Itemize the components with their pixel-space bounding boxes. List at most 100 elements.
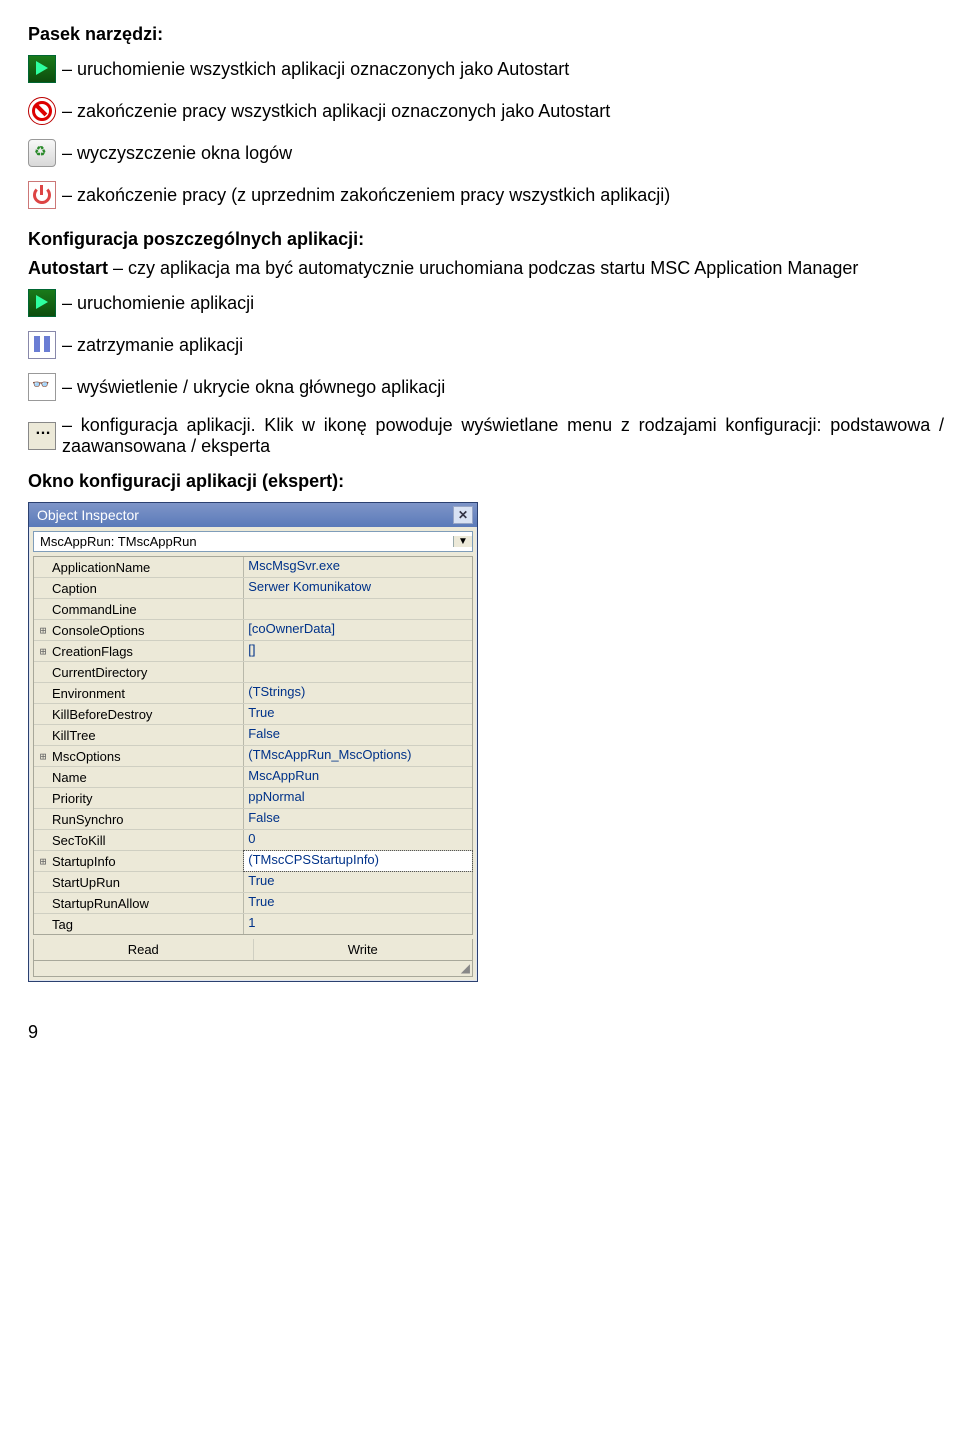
property-label: MscOptions (52, 749, 121, 764)
property-row[interactable]: CommandLine (34, 599, 472, 620)
property-name: RunSynchro (34, 809, 244, 829)
object-inspector-grid[interactable]: ApplicationNameMscMsgSvr.exe Caption Serwe… (33, 556, 473, 935)
expand-icon[interactable]: ⊞ (36, 855, 50, 868)
tab-read[interactable]: Read (34, 939, 254, 960)
property-row[interactable]: CurrentDirectory (34, 662, 472, 683)
property-value[interactable]: True (244, 872, 472, 892)
property-label: StartupRunAllow (52, 896, 149, 911)
stop-icon (28, 97, 56, 125)
property-label: StartupInfo (52, 854, 116, 869)
autostart-bold: Autostart (28, 258, 108, 278)
property-name: ⊞CreationFlags (34, 641, 244, 661)
chevron-down-icon[interactable]: ▼ (453, 536, 472, 547)
trash-icon (28, 139, 56, 167)
property-value[interactable]: True (244, 893, 472, 913)
property-value[interactable]: 0 (244, 830, 472, 850)
property-value[interactable]: True (244, 704, 472, 724)
property-value[interactable]: False (244, 809, 472, 829)
close-icon[interactable]: ✕ (453, 506, 473, 524)
run-app-text: – uruchomienie aplikacji (62, 293, 944, 314)
run-all-text: – uruchomienie wszystkich aplikacji ozna… (62, 59, 944, 80)
property-row[interactable]: Caption Serwer Komunikatow (34, 578, 472, 599)
property-value[interactable]: 1 (244, 914, 472, 934)
row-run-app: – uruchomienie aplikacji (28, 289, 944, 317)
property-value[interactable]: (TMscCPSStartupInfo) (244, 851, 472, 871)
property-row[interactable]: KillTree False (34, 725, 472, 746)
property-row[interactable]: NameMscAppRun (34, 767, 472, 788)
row-config-app: – konfiguracja aplikacji. Klik w ikonę p… (28, 415, 944, 457)
property-row[interactable]: Tag1 (34, 914, 472, 934)
config-heading: Konfiguracja poszczególnych aplikacji: (28, 229, 944, 250)
property-value[interactable]: [coOwnerData] (244, 620, 472, 640)
property-name: SecToKill (34, 830, 244, 850)
property-name: Caption (34, 578, 244, 598)
property-label: CreationFlags (52, 644, 133, 659)
property-row[interactable]: RunSynchroFalse (34, 809, 472, 830)
property-value[interactable]: [] (244, 641, 472, 661)
property-label: ConsoleOptions (52, 623, 145, 638)
pause-app-text: – zatrzymanie aplikacji (62, 335, 944, 356)
row-stop-all: – zakończenie pracy wszystkich aplikacji… (28, 97, 944, 125)
property-label: StartUpRun (52, 875, 120, 890)
property-value[interactable] (244, 662, 472, 682)
property-row[interactable]: ⊞ConsoleOptions[coOwnerData] (34, 620, 472, 641)
property-name: StartupRunAllow (34, 893, 244, 913)
property-row[interactable]: StartUpRun True (34, 872, 472, 893)
property-value[interactable]: (TStrings) (244, 683, 472, 703)
property-row[interactable]: SecToKill0 (34, 830, 472, 851)
expand-icon[interactable]: ⊞ (36, 645, 50, 658)
pause-icon (28, 331, 56, 359)
row-shutdown: – zakończenie pracy (z uprzednim zakończ… (28, 181, 944, 209)
play-icon (28, 289, 56, 317)
config-expert-heading: Okno konfiguracji aplikacji (ekspert): (28, 471, 944, 492)
stop-all-text: – zakończenie pracy wszystkich aplikacji… (62, 101, 944, 122)
property-row[interactable]: PriorityppNormal (34, 788, 472, 809)
property-row[interactable]: ⊞MscOptions(TMscAppRun_MscOptions) (34, 746, 472, 767)
property-row[interactable]: StartupRunAllow True (34, 893, 472, 914)
toolbar-heading: Pasek narzędzi: (28, 24, 944, 45)
row-pause-app: – zatrzymanie aplikacji (28, 331, 944, 359)
power-icon (28, 181, 56, 209)
tab-write[interactable]: Write (254, 939, 473, 960)
property-name: ApplicationName (34, 557, 244, 577)
resize-grip-icon[interactable]: ◢ (33, 961, 473, 977)
expand-icon[interactable]: ⊞ (36, 624, 50, 637)
property-name: ⊞ConsoleOptions (34, 620, 244, 640)
property-value[interactable]: MscMsgSvr.exe (244, 557, 472, 577)
autostart-rest: – czy aplikacja ma być automatycznie uru… (113, 258, 858, 278)
property-name: KillTree (34, 725, 244, 745)
page-number: 9 (28, 1022, 944, 1043)
expand-icon[interactable]: ⊞ (36, 750, 50, 763)
property-label: CommandLine (52, 602, 137, 617)
shutdown-text: – zakończenie pracy (z uprzednim zakończ… (62, 185, 944, 206)
property-name: KillBeforeDestroy (34, 704, 244, 724)
property-value[interactable]: False (244, 725, 472, 745)
show-hide-text: – wyświetlenie / ukrycie okna głównego a… (62, 377, 944, 398)
property-row[interactable]: Environment (TStrings) (34, 683, 472, 704)
property-value[interactable]: Serwer Komunikatow (244, 578, 472, 598)
object-inspector-titlebar: Object Inspector ✕ (29, 503, 477, 527)
property-value[interactable] (244, 599, 472, 619)
property-row[interactable]: ApplicationNameMscMsgSvr.exe (34, 557, 472, 578)
play-icon (28, 55, 56, 83)
object-inspector-title: Object Inspector (37, 507, 139, 523)
property-label: KillBeforeDestroy (52, 707, 152, 722)
property-name: CommandLine (34, 599, 244, 619)
property-row[interactable]: ⊞CreationFlags[] (34, 641, 472, 662)
property-name: ⊞StartupInfo (34, 851, 244, 871)
property-value[interactable]: (TMscAppRun_MscOptions) (244, 746, 472, 766)
property-row[interactable]: ⊞StartupInfo(TMscCPSStartupInfo) (34, 851, 472, 872)
glasses-icon (28, 373, 56, 401)
property-label: KillTree (52, 728, 96, 743)
property-value[interactable]: ppNormal (244, 788, 472, 808)
property-label: Caption (52, 581, 97, 596)
property-name: ⊞MscOptions (34, 746, 244, 766)
property-value[interactable]: MscAppRun (244, 767, 472, 787)
property-label: CurrentDirectory (52, 665, 147, 680)
property-name: Tag (34, 914, 244, 934)
property-row[interactable]: KillBeforeDestroy True (34, 704, 472, 725)
object-inspector-dropdown[interactable]: MscAppRun: TMscAppRun ▼ (33, 531, 473, 552)
row-show-hide: – wyświetlenie / ukrycie okna głównego a… (28, 373, 944, 401)
property-label: Environment (52, 686, 125, 701)
object-inspector-window: Object Inspector ✕ MscAppRun: TMscAppRun… (28, 502, 478, 982)
